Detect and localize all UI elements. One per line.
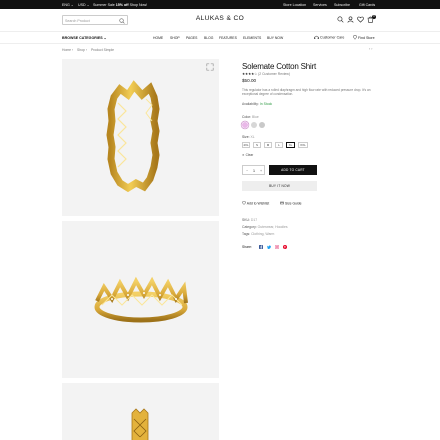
- site-logo[interactable]: ALUKAS & CO: [190, 15, 250, 22]
- product-image-3[interactable]: [62, 383, 219, 440]
- tag-links[interactable]: Clothing, Warm: [251, 232, 274, 236]
- headset-icon: [314, 35, 319, 39]
- search-icon[interactable]: [337, 16, 344, 23]
- availability: Availability: In Stock: [242, 101, 273, 106]
- language-selector[interactable]: ENG ⌄: [62, 3, 74, 7]
- ruler-icon: [280, 201, 284, 205]
- gift-cards-link[interactable]: Gift Cards: [359, 3, 375, 7]
- size-option-m[interactable]: M: [264, 141, 272, 148]
- color-label: Color: Blue: [242, 114, 259, 119]
- promo-link[interactable]: Shop Now!: [130, 3, 148, 7]
- services-link[interactable]: Services: [313, 3, 327, 7]
- stock-status: In Stock: [259, 101, 273, 106]
- cart-count-badge: 0: [372, 15, 376, 19]
- currency-selector[interactable]: USD ⌄: [78, 3, 90, 7]
- top-bar: ENG ⌄ USD ⌄ Summer Sale 15% off Shop Now…: [0, 0, 440, 9]
- product-image-2[interactable]: [62, 221, 219, 378]
- buy-now-button[interactable]: BUY IT NOW: [242, 181, 317, 191]
- size-option-4xl[interactable]: 4XL: [242, 141, 250, 148]
- add-to-wishlist-link[interactable]: Add to Wishlist: [242, 201, 269, 206]
- nav-shop[interactable]: SHOP: [170, 36, 180, 40]
- instagram-icon[interactable]: [275, 245, 279, 249]
- location-pin-icon: [353, 34, 357, 40]
- breadcrumb-separator: ›: [72, 47, 74, 52]
- nav-home[interactable]: HOME: [153, 36, 163, 40]
- product-description: This regulator has a rolled diaphragm an…: [242, 88, 371, 97]
- size-option-l[interactable]: L: [275, 141, 283, 148]
- pinterest-icon[interactable]: [283, 245, 287, 249]
- color-swatch-pink[interactable]: [242, 121, 248, 128]
- subscribe-link[interactable]: Subscribe: [334, 3, 350, 7]
- product-tags: Tags: Clothing, Warm: [242, 232, 275, 236]
- size-label: Size: XL: [242, 134, 255, 139]
- zoom-icon[interactable]: [206, 63, 214, 71]
- breadcrumb-separator: ›: [86, 47, 88, 52]
- search-icon[interactable]: [119, 18, 125, 24]
- breadcrumb-shop[interactable]: Shop: [77, 48, 85, 52]
- find-store-link[interactable]: Find Store: [353, 34, 375, 40]
- color-swatch-light-gray[interactable]: [250, 121, 257, 128]
- qty-plus-button[interactable]: +: [260, 169, 262, 173]
- nav-blog[interactable]: BLOG: [204, 36, 213, 40]
- product-categories: Category: Outerwear, Hoodies: [242, 225, 288, 229]
- breadcrumb-current: Product Simple: [91, 47, 114, 52]
- star-rating-icon: ★★★★☆: [242, 72, 258, 76]
- heart-icon: [242, 201, 246, 205]
- ring-image: [106, 80, 160, 193]
- promo-text: Summer Sale 15% off Shop Now!: [93, 2, 148, 7]
- store-location-link[interactable]: Store Location: [283, 3, 306, 7]
- review-count-link[interactable]: (2 Customer Review): [258, 72, 290, 76]
- heart-icon[interactable]: [357, 16, 364, 23]
- nav-buy-now[interactable]: BUY NOW: [267, 36, 283, 40]
- product-sku: SKU: D17: [242, 218, 258, 222]
- search-box: [62, 15, 128, 25]
- breadcrumb-home[interactable]: Home: [62, 48, 71, 52]
- add-to-cart-button[interactable]: ADD TO CART: [269, 165, 317, 175]
- qty-value[interactable]: 1: [253, 169, 255, 173]
- nav-elements[interactable]: ELEMENTS: [243, 36, 261, 40]
- product-prev-next[interactable]: ‹ ›: [369, 47, 372, 51]
- clear-selection-link[interactable]: ✕ Clear: [242, 153, 253, 157]
- browse-categories-button[interactable]: BROWSE CATEGORIES ⌄: [62, 36, 107, 40]
- facebook-icon[interactable]: [259, 245, 263, 249]
- chevron-down-icon: ⌄: [103, 35, 107, 40]
- size-option-xl[interactable]: XL: [286, 141, 295, 148]
- size-guide-link[interactable]: Size Guide: [280, 201, 302, 206]
- nav-features[interactable]: FEATURES: [219, 36, 237, 40]
- category-links[interactable]: Outerwear, Hoodies: [258, 225, 288, 229]
- qty-minus-button[interactable]: −: [246, 169, 248, 173]
- product-image-main[interactable]: [62, 59, 219, 216]
- color-swatch-gray[interactable]: [259, 121, 265, 128]
- product-title: Solemate Cotton Shirt: [242, 62, 317, 71]
- share-label: Share:: [242, 245, 252, 249]
- customer-care-link[interactable]: Customer Care: [314, 35, 344, 40]
- user-icon[interactable]: [347, 16, 354, 23]
- size-option-s[interactable]: S: [253, 141, 261, 148]
- product-rating[interactable]: ★★★★☆ (2 Customer Review): [242, 72, 290, 76]
- ring-image: [131, 408, 149, 440]
- product-price: $50.00: [242, 78, 257, 83]
- size-option-xxl[interactable]: XXL: [298, 141, 308, 148]
- divider: [0, 43, 440, 44]
- divider: [0, 31, 440, 32]
- quantity-stepper[interactable]: − 1 +: [242, 165, 265, 175]
- ring-image: [94, 276, 188, 323]
- nav-pages[interactable]: PAGES: [186, 36, 197, 40]
- twitter-icon[interactable]: [267, 245, 271, 249]
- search-input[interactable]: [65, 17, 121, 24]
